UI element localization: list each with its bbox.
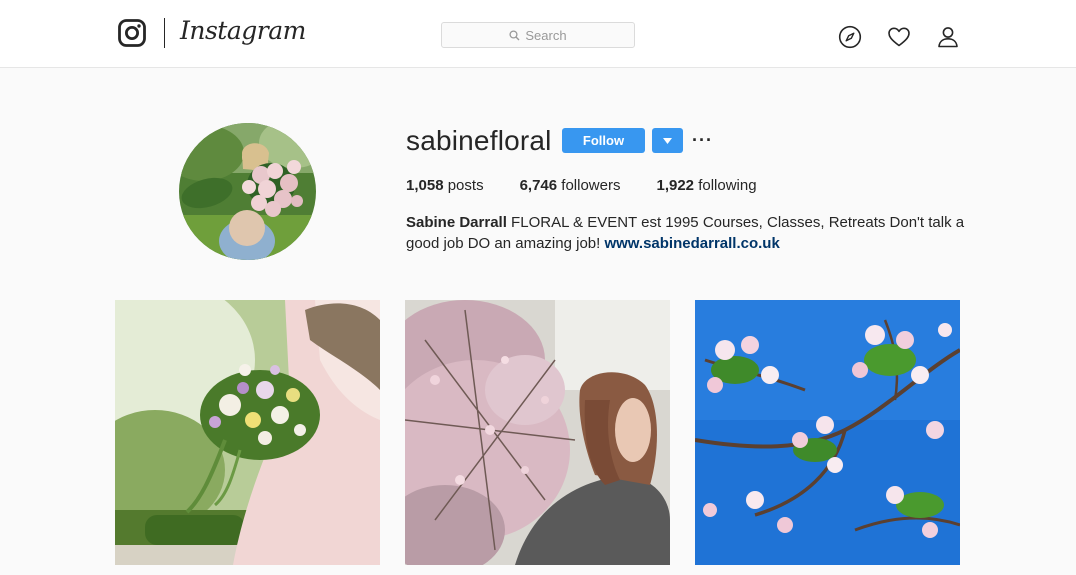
post-thumbnail-1[interactable] [115, 300, 380, 565]
post-photo-blossom-woman [405, 300, 670, 565]
following-number: 1,922 [656, 177, 695, 194]
followers-label: followers [557, 177, 621, 194]
post-photo-bouquet [115, 300, 380, 565]
profile-stats: 1,058 posts 6,746 followers 1,922 follow… [406, 177, 793, 194]
search-placeholder: Search [525, 27, 567, 43]
following-label: following [694, 177, 757, 194]
logo-divider [164, 18, 165, 48]
profile-avatar[interactable] [179, 123, 316, 260]
followers-link[interactable]: 6,746 followers [520, 177, 621, 194]
posts-label: posts [443, 177, 484, 194]
posts-number: 1,058 [406, 177, 444, 194]
followers-number: 6,746 [519, 177, 558, 194]
compass-icon[interactable] [838, 25, 862, 49]
person-icon[interactable] [936, 25, 960, 49]
following-link[interactable]: 1,922 following [656, 177, 756, 194]
posts-count: 1,058 posts [406, 177, 484, 194]
follow-button[interactable]: Follow [562, 128, 645, 153]
heart-icon[interactable] [887, 25, 911, 49]
instagram-camera-icon[interactable] [118, 19, 146, 47]
top-nav-bar: Instagram Search [0, 0, 1076, 68]
suggestions-dropdown-button[interactable] [652, 128, 683, 153]
bio-website-link[interactable]: www.sabinedarrall.co.uk [604, 235, 779, 252]
post-thumbnail-2[interactable] [405, 300, 670, 565]
search-input[interactable]: Search [441, 22, 635, 48]
bio-full-name: Sabine Darrall [406, 214, 507, 231]
avatar-photo [179, 123, 316, 260]
profile-username: sabinefloral [406, 125, 552, 156]
post-photo-apple-blossom [695, 300, 960, 565]
triangle-down-icon [663, 137, 672, 144]
instagram-wordmark[interactable]: Instagram [180, 16, 306, 45]
more-options-button[interactable]: ··· [692, 126, 712, 154]
search-icon [509, 29, 520, 40]
profile-bio: Sabine Darrall FLORAL & EVENT est 1995 C… [406, 212, 976, 254]
post-thumbnail-3[interactable] [695, 300, 960, 565]
